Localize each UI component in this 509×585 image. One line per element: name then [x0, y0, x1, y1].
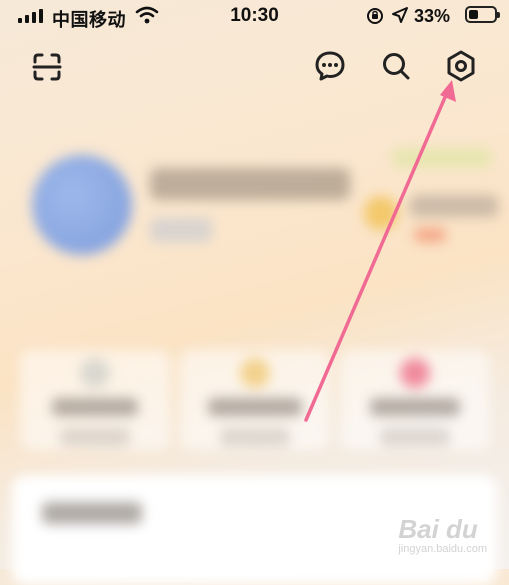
watermark: Bai du jingyan.baidu.com — [398, 514, 487, 555]
arrow-head-icon — [440, 80, 456, 102]
annotation-arrow — [304, 80, 456, 422]
